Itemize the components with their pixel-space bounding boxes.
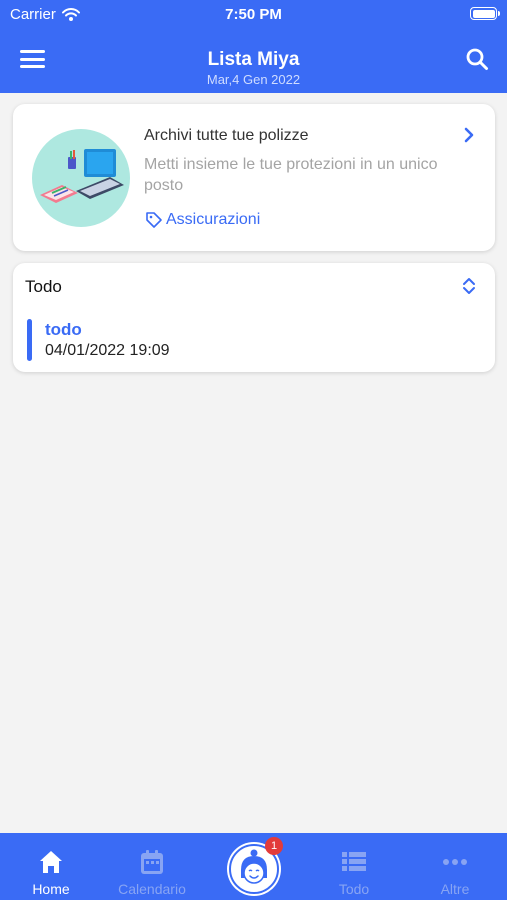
category-tag-label: Assicurazioni <box>166 211 261 228</box>
more-icon <box>443 859 467 865</box>
tab-calendario-label: Calendario <box>118 881 186 897</box>
tag-icon <box>146 212 162 228</box>
battery-icon <box>470 7 500 20</box>
insurance-promo-card[interactable]: Archivi tutte tue polizze Metti insieme … <box>13 104 495 251</box>
chevron-collapse-icon <box>463 278 475 294</box>
todo-item-datetime: 04/01/2022 19:09 <box>45 342 170 359</box>
tab-todo-label: Todo <box>338 881 370 897</box>
search-button[interactable] <box>465 47 489 76</box>
category-tag[interactable]: Assicurazioni <box>145 211 260 229</box>
collapse-button[interactable] <box>462 277 476 300</box>
status-time: 7:50 PM <box>225 6 282 23</box>
search-icon <box>466 48 488 70</box>
todo-section-title: Todo <box>25 277 62 296</box>
tab-home-label: Home <box>32 881 70 897</box>
home-icon <box>40 851 62 873</box>
app-header: Carrier 7:50 PM Lista Miya Mar,4 Gen 202… <box>0 0 507 93</box>
todo-color-bar <box>27 319 32 361</box>
todo-item[interactable]: todo 04/01/2022 19:09 <box>27 319 477 361</box>
laptop-illustration <box>32 129 130 227</box>
tab-home[interactable]: Home <box>6 833 96 900</box>
calendar-icon <box>141 850 163 874</box>
list-icon <box>342 852 366 871</box>
todo-section: Todo todo 04/01/2022 19:09 <box>13 263 495 372</box>
tab-calendario[interactable]: Calendario <box>107 833 197 900</box>
chevron-right-icon[interactable] <box>463 127 475 148</box>
tab-altre[interactable]: Altre <box>410 833 500 900</box>
promo-description: Metti insieme le tue protezioni in un un… <box>144 156 438 194</box>
notification-badge: 1 <box>265 837 283 855</box>
todo-item-name: todo <box>45 320 82 339</box>
promo-title: Archivi tutte tue polizze <box>144 127 309 144</box>
page-title: Lista Miya <box>207 49 300 70</box>
page-date: Mar,4 Gen 2022 <box>206 72 301 87</box>
status-bar: Carrier 7:50 PM <box>0 0 507 30</box>
tab-todo[interactable]: Todo <box>309 833 399 900</box>
tab-altre-label: Altre <box>440 881 470 897</box>
